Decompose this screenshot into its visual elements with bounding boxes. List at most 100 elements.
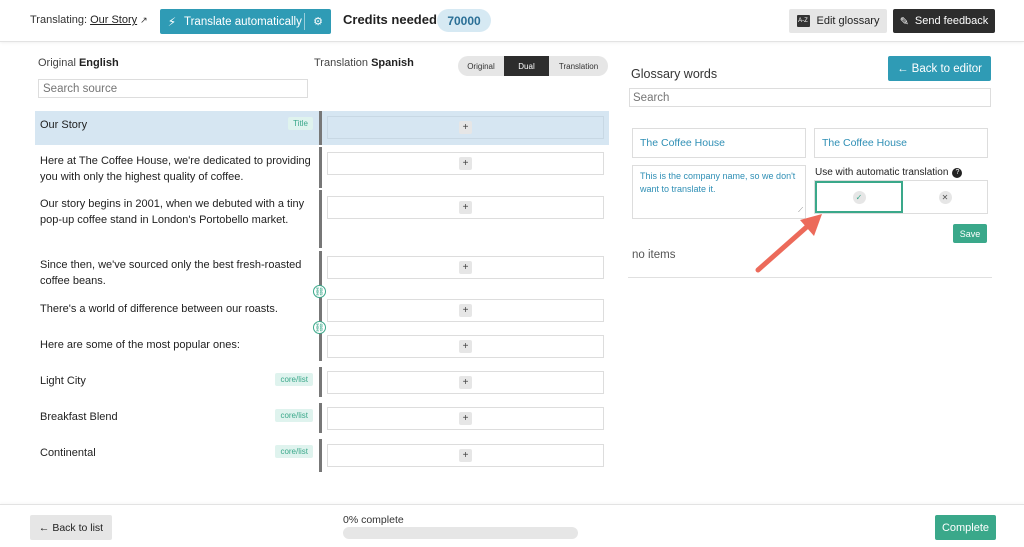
segment-translation-box[interactable]: + [327,299,604,322]
segment-translation-box[interactable]: + [327,371,604,394]
segment-tag: core/list [275,373,313,386]
segment-row[interactable]: Here are some of the most popular ones: … [35,331,609,361]
story-link[interactable]: Our Story [90,14,137,26]
annotation-arrow-icon [755,214,822,273]
glossary-title: Glossary words [631,67,718,81]
term-note-text: This is the company name, so we don't wa… [640,171,796,194]
segment-source-text: Our story begins in 2001, when we debute… [40,198,305,226]
plus-icon[interactable]: + [459,412,472,425]
back-to-editor-button[interactable]: ← Back to editor [888,56,991,81]
plus-icon[interactable]: + [459,304,472,317]
auto-translation-yes-option[interactable]: ✓ [815,181,903,213]
external-link-icon[interactable]: ↗ [140,15,148,26]
auto-translation-toggle: ✓ ✕ [814,180,988,214]
segment-divider [319,367,322,397]
segment-divider [319,439,322,472]
segment-row[interactable]: Our Story Title + [35,111,609,145]
auto-translation-no-option[interactable]: ✕ [903,181,987,213]
segment-source-text: There's a world of difference between ou… [40,303,278,315]
original-lang: English [78,57,119,69]
translation-label: Translation [314,57,369,69]
segment-row[interactable]: Our story begins in 2001, when we debute… [35,190,609,248]
segment-row[interactable]: Continental core/list + [35,439,609,472]
send-feedback-label: Send feedback [914,15,989,27]
target-term-field[interactable]: The Coffee House [814,128,988,158]
segment-tag: core/list [275,445,313,458]
segment-row[interactable]: Here at The Coffee House, we're dedicate… [35,147,609,188]
save-button[interactable]: Save [953,224,987,243]
complete-button[interactable]: Complete [935,515,996,540]
send-feedback-button[interactable]: ✎ Send feedback [893,9,995,33]
back-to-list-button[interactable]: ← Back to list [30,515,112,540]
segment-translation-box[interactable]: + [327,335,604,358]
plus-icon[interactable]: + [459,261,472,274]
pencil-icon: ✎ [899,15,909,28]
segment-source-text: Since then, we've sourced only the best … [40,259,302,287]
search-source-input[interactable] [38,79,308,98]
segment-translation-box[interactable]: + [327,444,604,467]
progress-label: 0% complete [343,514,404,526]
translation-lang: Spanish [371,57,414,69]
plus-icon[interactable]: + [459,121,472,134]
segment-divider [319,190,322,248]
plus-icon[interactable]: + [459,201,472,214]
original-label: Original [38,57,76,69]
segment-translation-box[interactable]: + [327,196,604,219]
segment-divider [319,295,322,323]
plus-icon[interactable]: + [459,340,472,353]
edit-glossary-button[interactable]: A-Z Edit glossary [789,9,887,33]
segment-tag: Title [288,117,313,130]
segment-translation-box[interactable]: + [327,116,604,139]
link-segments-icon[interactable]: ⛓ [313,285,326,298]
translate-automatically-button[interactable]: ⚡ Translate automatically ⚙ [160,9,331,34]
segment-source-text: Here are some of the most popular ones: [40,339,240,351]
segment-tag: core/list [275,409,313,422]
segment-source-text: Here at The Coffee House, we're dedicate… [40,155,311,183]
segment-divider [319,111,322,145]
segment-source-text: Our Story [40,119,88,131]
top-bar: Translating: Our Story ↗ ⚡ Translate aut… [0,0,1024,42]
segment-divider [319,331,322,361]
edit-glossary-label: Edit glossary [816,15,880,27]
plus-icon[interactable]: + [459,157,472,170]
original-language-header: Original English [38,57,119,69]
checkmark-icon: ✓ [852,190,866,204]
segment-row[interactable]: Since then, we've sourced only the best … [35,251,609,289]
credits-label: Credits needed [343,12,437,27]
segment-source-text: Breakfast Blend [40,411,118,423]
segment-translation-box[interactable]: + [327,256,604,279]
link-segments-icon[interactable]: ⛓ [313,321,326,334]
help-icon[interactable]: ? [952,167,963,178]
translation-language-header: Translation Spanish [314,57,414,69]
segment-row[interactable]: There's a world of difference between ou… [35,295,609,323]
close-icon: ✕ [938,190,952,204]
bottom-bar: ← Back to list 0% complete Complete [0,504,1024,547]
glossary-search-input[interactable] [629,88,991,107]
view-translation-option[interactable]: Translation [549,56,608,76]
glossary-book-icon: A-Z [796,15,810,27]
view-dual-option[interactable]: Dual [504,56,549,76]
plus-icon[interactable]: + [459,449,472,462]
segment-translation-box[interactable]: + [327,407,604,430]
auto-translation-text: Use with automatic translation [815,167,949,178]
source-term-field[interactable]: The Coffee House [632,128,806,158]
segment-source-text: Light City [40,375,86,387]
segment-source-text: Continental [40,447,96,459]
segment-divider [319,251,322,289]
segment-row[interactable]: Light City core/list + [35,367,609,397]
segment-divider [319,403,322,433]
translate-automatically-label: Translate automatically [184,15,302,28]
view-mode-toggle: Original Dual Translation [458,56,608,76]
view-original-option[interactable]: Original [458,56,504,76]
segment-row[interactable]: Breakfast Blend core/list + [35,403,609,433]
lightning-icon: ⚡ [167,14,177,29]
plus-icon[interactable]: + [459,376,472,389]
credits-badge: 70000 [437,9,491,32]
translating-info: Translating: Our Story ↗ [30,14,148,26]
translating-label: Translating: [30,14,88,26]
auto-translation-label: Use with automatic translation ? [815,167,963,178]
empty-state-text: no items [632,249,676,261]
progress-bar [343,527,578,539]
segment-translation-box[interactable]: + [327,152,604,175]
gear-icon[interactable]: ⚙ [305,15,331,28]
